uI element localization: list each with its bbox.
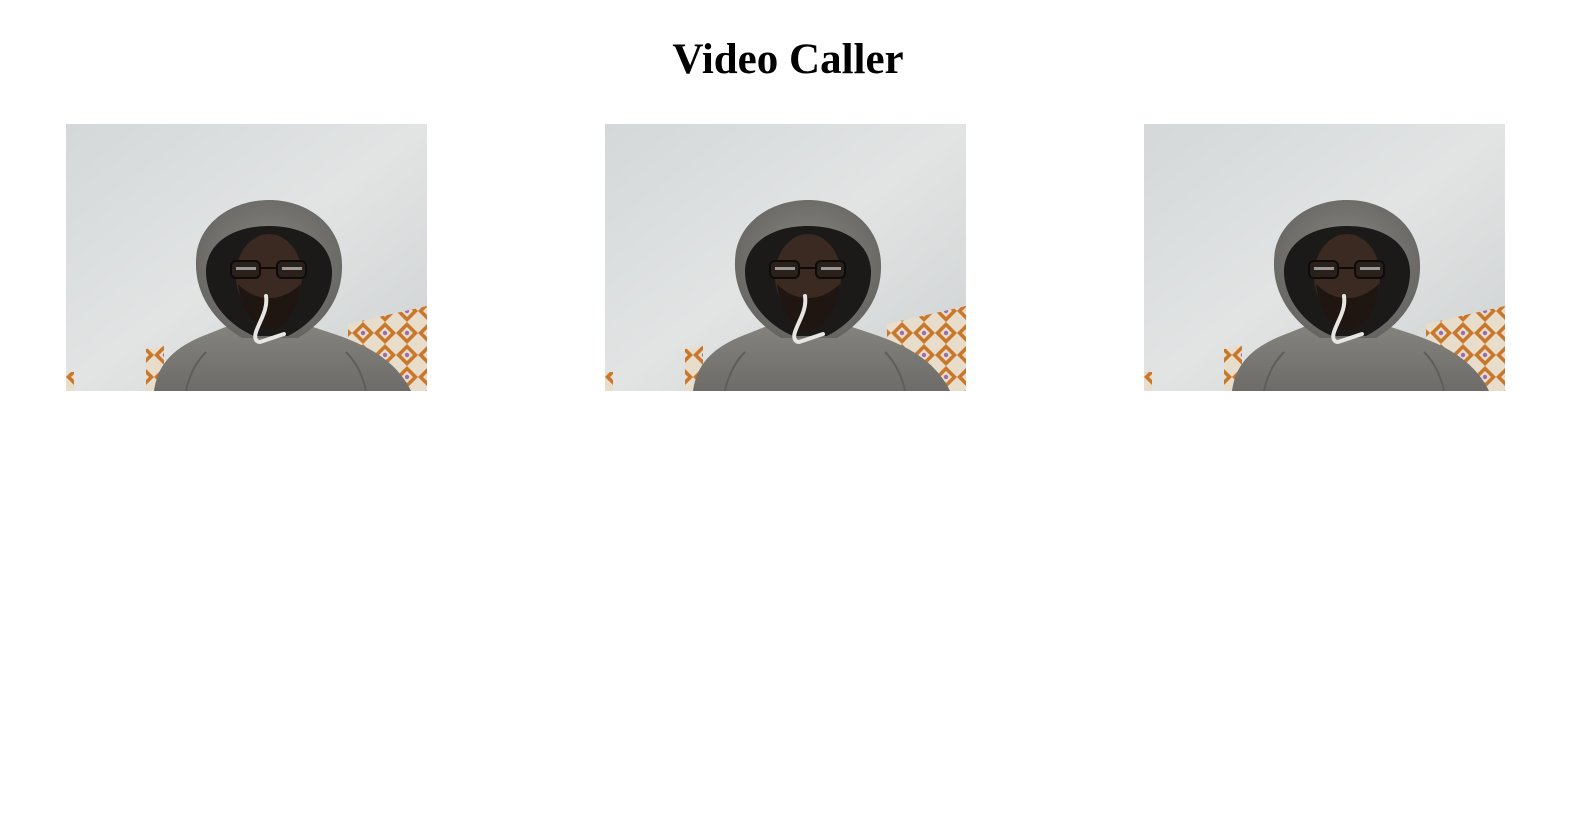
- video-grid: [0, 124, 1576, 391]
- webcam-frame: [1144, 124, 1505, 391]
- webcam-frame: [605, 124, 966, 391]
- page-title: Video Caller: [672, 36, 904, 83]
- video-feed-1[interactable]: [66, 124, 427, 391]
- webcam-frame: [66, 124, 427, 391]
- video-feed-3[interactable]: [1144, 124, 1505, 391]
- video-feed-2[interactable]: [605, 124, 966, 391]
